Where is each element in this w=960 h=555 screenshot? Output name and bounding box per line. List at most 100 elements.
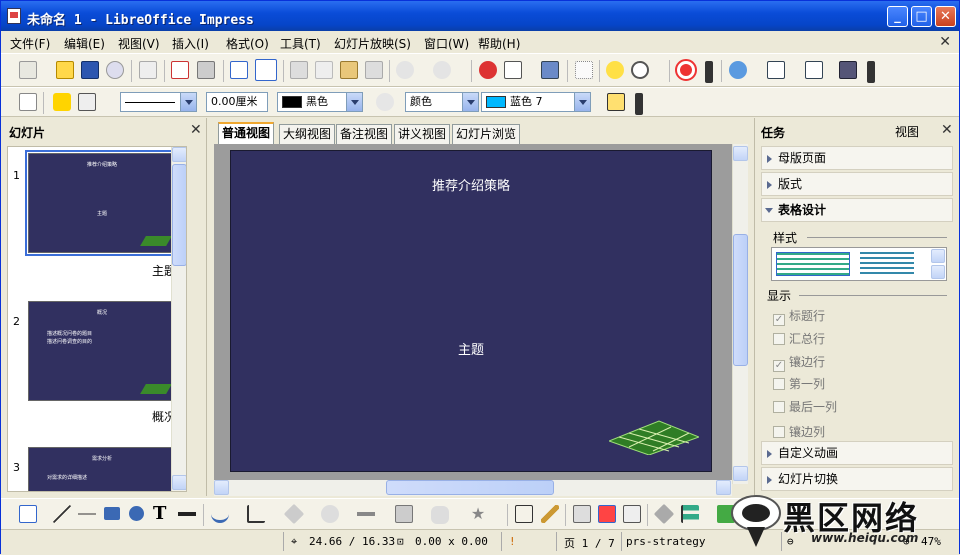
scroll-down-icon[interactable] [733,466,748,481]
option-banded-rows[interactable]: ✓ 镶边行 [773,353,825,372]
option-banded-columns[interactable]: 镶边列 [773,423,825,440]
print-icon[interactable] [197,61,215,79]
tab-handout[interactable]: 讲义视图 [394,124,451,144]
maximize-button[interactable]: □ [911,6,932,27]
scroll-down-icon[interactable] [172,475,186,490]
open-folder-icon[interactable] [56,61,74,79]
slide-thumbnail-2[interactable]: 概况 描述概况问卷的题目 描述问卷调查的目的 [28,301,176,401]
gallery-down-icon[interactable] [931,265,945,279]
checkbox[interactable] [773,401,785,413]
arrow-line-icon[interactable] [78,505,96,523]
title-bar[interactable]: 未命名 1 - LibreOffice Impress _ □ ✕ [1,1,959,31]
shadow-icon[interactable] [607,93,625,111]
auto-spellcheck-icon[interactable] [255,59,277,81]
table-style-1[interactable] [776,252,850,276]
menu-edit[interactable]: 编辑(E) [64,35,105,52]
document-modified-icon[interactable]: ! [509,535,516,548]
area-color-select[interactable]: 蓝色 7 [481,92,591,112]
slide-thumbnail-1[interactable]: 推荐介绍策略 主题 [25,150,179,256]
cut-icon[interactable] [290,61,308,79]
flowchart-icon[interactable] [395,505,413,523]
checkbox[interactable] [773,378,785,390]
section-table-design[interactable]: 表格设计 [761,198,953,222]
area-style-select[interactable]: 颜色 [405,92,479,112]
arrow-style-icon[interactable] [78,93,96,111]
option-total-row[interactable]: 汇总行 [773,330,825,347]
slide-list-scrollbar[interactable] [171,147,186,491]
menu-format[interactable]: 格式(O) [226,35,269,52]
line-width-field[interactable]: 0.00厘米 [206,92,268,112]
editor-vscrollbar[interactable] [732,144,748,484]
scroll-left-icon[interactable] [214,480,229,495]
align-icon[interactable] [681,505,699,523]
symbol-shapes-icon[interactable] [321,505,339,523]
slide-canvas[interactable]: 推荐介绍策略 主题 [214,144,732,484]
helplines-icon[interactable] [575,61,593,79]
fontwork-icon[interactable] [598,505,616,523]
new-document-icon[interactable] [19,61,37,79]
slide-layout-icon[interactable] [767,61,785,79]
points-icon[interactable] [515,505,533,523]
line-style-select[interactable] [120,92,197,112]
email-icon[interactable] [106,61,124,79]
current-slide[interactable]: 推荐介绍策略 主题 [230,150,712,472]
scroll-thumb[interactable] [733,234,748,366]
copy-icon[interactable] [315,61,333,79]
scroll-up-icon[interactable] [172,147,186,162]
tab-slide-sorter[interactable]: 幻灯片浏览 [452,124,521,144]
slide-decoration-image[interactable] [609,415,699,455]
section-custom-animation[interactable]: 自定义动画 [761,441,953,465]
select-arrow-icon[interactable] [19,505,37,523]
option-header-row[interactable]: ✓ 标题行 [773,307,825,326]
checkbox[interactable] [773,426,785,438]
scroll-thumb[interactable] [172,164,186,266]
section-master-pages[interactable]: 母版页面 [761,146,953,170]
table-icon[interactable] [504,61,522,79]
insert-image-icon[interactable] [573,505,591,523]
block-arrows-icon[interactable] [357,505,375,523]
export-pdf-icon[interactable] [171,61,189,79]
gallery-up-icon[interactable] [931,249,945,263]
option-last-column[interactable]: 最后一列 [773,398,837,415]
table-styles-gallery[interactable] [771,247,947,281]
curve-icon[interactable] [211,505,229,523]
tab-notes[interactable]: 备注视图 [336,124,393,144]
navigator-star-icon[interactable] [606,61,624,79]
line-color-select[interactable]: 黑色 [277,92,363,112]
new-slide-icon[interactable] [805,61,823,79]
menu-file[interactable]: 文件(F) [10,35,50,52]
toolbar-overflow-3-icon[interactable] [635,93,643,115]
menu-insert[interactable]: 插入(I) [172,35,209,52]
glue-points-icon[interactable] [541,505,559,523]
save-icon[interactable] [81,61,99,79]
display-grid-icon[interactable] [541,61,559,79]
slide-thumbnail-3[interactable]: 需求分析 对需求的详细描述 [28,447,176,491]
checkbox[interactable] [773,333,785,345]
line-icon[interactable] [53,93,71,111]
close-task-pane-icon[interactable]: ✕ [941,122,953,138]
scroll-thumb[interactable] [386,480,554,495]
text-tool-icon[interactable]: T [153,505,171,523]
chart-icon[interactable] [479,61,497,79]
checkbox[interactable]: ✓ [773,360,785,372]
minimize-button[interactable]: _ [887,6,908,27]
menu-view[interactable]: 视图(V) [118,35,160,52]
section-layouts[interactable]: 版式 [761,172,953,196]
format-paintbrush-icon[interactable] [365,61,383,79]
slide-subtitle[interactable]: 主题 [231,339,711,358]
callouts-icon[interactable] [431,506,449,524]
scroll-up-icon[interactable] [733,146,748,161]
connector-icon[interactable] [247,505,265,523]
toolbar-overflow-2-icon[interactable] [867,61,875,83]
basic-shapes-icon[interactable] [283,503,305,525]
close-window-button[interactable]: ✕ [935,6,956,27]
close-slides-pane-icon[interactable]: ✕ [190,122,202,138]
slide-list[interactable]: 1 推荐介绍策略 主题 主题 2 概况 描述概况问卷的题目 描述问卷调查的目的 … [7,146,187,492]
area-fill-icon[interactable] [376,93,394,111]
menu-slideshow[interactable]: 幻灯片放映(S) [334,35,411,52]
ellipse-icon[interactable] [129,506,144,521]
section-slide-transition[interactable]: 幻灯片切换 [761,467,953,491]
zoom-icon[interactable] [631,61,649,79]
close-document-icon[interactable]: ✕ [939,34,951,50]
menu-tools[interactable]: 工具(T) [280,35,321,52]
